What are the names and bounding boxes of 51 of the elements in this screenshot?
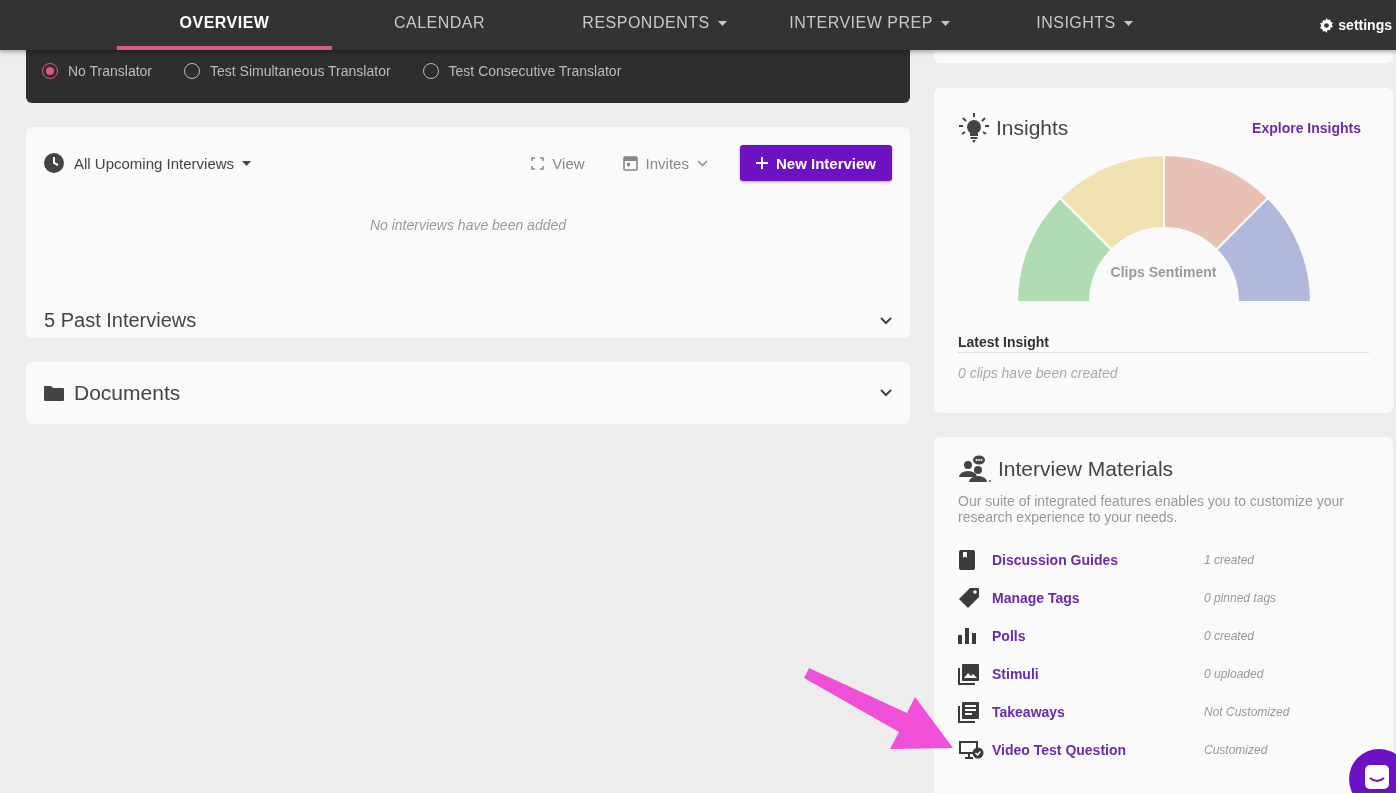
nav-tab[interactable]: INTERVIEW PREP [762, 0, 977, 50]
new-interview-button[interactable]: New Interview [739, 145, 892, 181]
nav-tab[interactable]: INSIGHTS [977, 0, 1192, 50]
material-status: 1 created [1204, 553, 1256, 567]
chevron-down-icon[interactable] [880, 316, 892, 325]
section-title: Documents [74, 381, 182, 405]
chevron-down-icon [696, 159, 708, 167]
chevron-down-icon[interactable] [880, 389, 892, 397]
material-link[interactable]: Discussion Guides [992, 552, 1204, 568]
translator-radio[interactable]: No Translator [42, 62, 153, 79]
material-link[interactable]: Stimuli [992, 666, 1204, 682]
translator-radio[interactable]: Test Simultaneous Translator [184, 62, 391, 79]
empty-message: No interviews have been added [368, 217, 568, 233]
document-list-icon [958, 701, 980, 723]
latest-insight-heading: Latest Insight [958, 334, 1369, 353]
settings-icon [1319, 17, 1335, 33]
card-title: Interview Materials [998, 457, 1174, 481]
card-title: Insights [996, 116, 1069, 140]
folder-icon [44, 385, 64, 401]
material-link[interactable]: Manage Tags [992, 590, 1204, 606]
chat-icon [1364, 764, 1390, 790]
lightbulb-icon [958, 112, 990, 144]
monitor-check-icon [958, 740, 984, 760]
material-status: Customized [1204, 743, 1269, 757]
material-status: 0 pinned tags [1204, 591, 1278, 605]
empty-message: 0 clips have been created [958, 365, 1119, 381]
material-status: 0 uploaded [1204, 667, 1265, 681]
book-icon [958, 550, 976, 570]
interview-filter-dropdown[interactable]: All Upcoming Interviews [74, 154, 252, 172]
section-title: 5 Past Interviews [44, 309, 197, 332]
material-status: 0 created [1204, 629, 1256, 643]
calendar-icon [622, 155, 638, 171]
expand-icon [531, 156, 545, 170]
material-link[interactable]: Polls [992, 628, 1204, 644]
caret-icon [242, 160, 252, 166]
card-description: Our suite of integrated features enables you to customize your research experience to your needs. [958, 493, 1345, 525]
gauge-label: Clips Sentiment [1109, 264, 1218, 280]
plus-icon [755, 157, 768, 169]
material-link[interactable]: Takeaways [992, 704, 1204, 720]
material-link[interactable]: Video Test Question [992, 742, 1204, 758]
bar-chart-icon [958, 628, 976, 644]
nav-tab[interactable]: CALENDAR [332, 0, 547, 50]
people-chat-icon [958, 455, 992, 483]
nav-tab[interactable]: RESPONDENTS [547, 0, 762, 50]
settings-button[interactable]: settings [1313, 0, 1396, 50]
image-icon [958, 663, 980, 685]
clock-icon [44, 153, 64, 173]
tag-icon [958, 587, 980, 609]
explore-insights-link[interactable]: Explore Insights [1252, 120, 1361, 136]
translator-radio[interactable]: Test Consecutive Translator [422, 62, 622, 79]
material-status: Not Customized [1204, 705, 1291, 719]
